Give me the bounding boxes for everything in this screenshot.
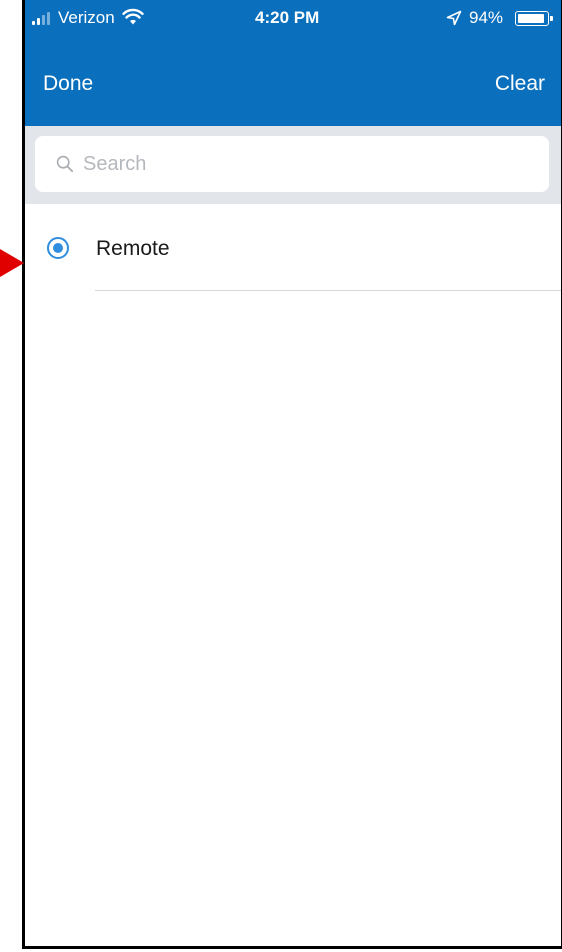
red-arrow-annotation-icon [0, 249, 24, 277]
battery-icon [515, 11, 549, 26]
search-icon [56, 155, 74, 173]
status-bar: Verizon 4:20 PM 94% [25, 0, 561, 36]
phone-screen: Verizon 4:20 PM 94% Done Clear Search Re… [22, 0, 562, 949]
search-box[interactable] [35, 136, 549, 192]
status-time: 4:20 PM [255, 8, 320, 27]
battery-level-fill [517, 13, 544, 23]
battery-terminal [550, 16, 553, 21]
search-bar-container [25, 126, 561, 204]
wifi-icon [122, 8, 144, 25]
app-header: Verizon 4:20 PM 94% Done Clear [25, 0, 561, 126]
radio-dot [53, 243, 63, 253]
carrier-name: Verizon [58, 8, 115, 27]
clear-button[interactable]: Clear [495, 72, 545, 96]
location-arrow-icon [446, 10, 462, 26]
list-item-label: Remote [96, 237, 170, 260]
list-divider [95, 290, 561, 291]
done-button[interactable]: Done [43, 72, 93, 96]
list-item-remote[interactable]: Remote [25, 204, 561, 292]
search-input[interactable] [83, 136, 533, 192]
screenshot-stage: Verizon 4:20 PM 94% Done Clear Search Re… [0, 0, 562, 952]
signal-icon [32, 11, 54, 25]
radio-selected-icon[interactable] [47, 237, 69, 259]
battery-percentage: 94% [469, 8, 504, 27]
